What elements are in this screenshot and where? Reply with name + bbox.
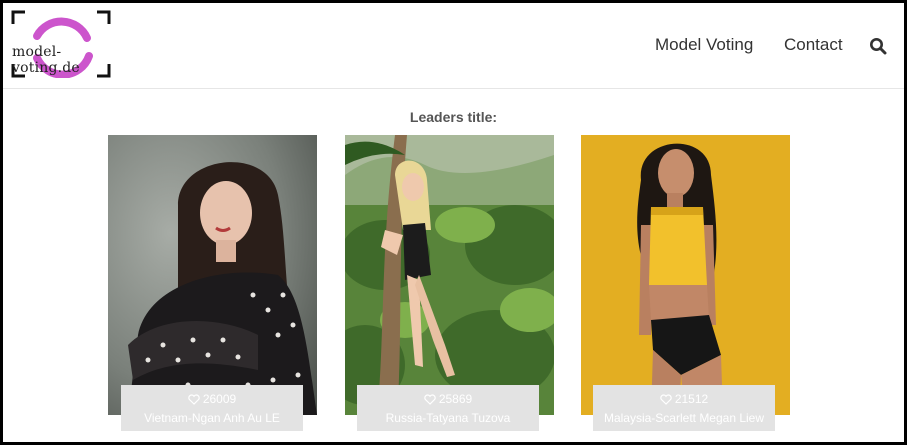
search-icon[interactable] [869, 37, 887, 55]
heart-outline-icon [424, 394, 436, 405]
vote-count: 25869 [438, 392, 473, 406]
heart-outline-icon [188, 394, 200, 405]
nav-item-contact[interactable]: Contact [784, 35, 843, 55]
vote-info-card-2[interactable]: 25869 Russia-Tatyana Tuzova [357, 385, 539, 431]
page: model-voting.de Model Voting Contact Lea… [3, 3, 904, 442]
leader-card-1[interactable] [108, 135, 317, 415]
vote-count: 21512 [674, 392, 709, 406]
model-photo [581, 135, 790, 415]
heart-outline-icon [660, 394, 672, 405]
vote-info-card-1[interactable]: 26009 Vietnam-Ngan Anh Au LE [121, 385, 303, 431]
site-header: model-voting.de Model Voting Contact [3, 3, 904, 89]
nav-item-model-voting[interactable]: Model Voting [655, 35, 753, 55]
model-name: Vietnam-Ngan Anh Au LE [144, 411, 280, 425]
model-photo [345, 135, 554, 415]
vote-info-card-3[interactable]: 21512 Malaysia-Scarlett Megan Liew [593, 385, 775, 431]
model-name: Russia-Tatyana Tuzova [385, 411, 511, 425]
vote-count: 26009 [202, 392, 237, 406]
model-name: Malaysia-Scarlett Megan Liew [603, 411, 765, 425]
leader-card-3[interactable] [581, 135, 790, 415]
main-nav: Model Voting Contact [3, 35, 904, 57]
leader-card-2[interactable] [345, 135, 554, 415]
model-photo [108, 135, 317, 415]
leaders-title: Leaders title: [409, 109, 498, 125]
